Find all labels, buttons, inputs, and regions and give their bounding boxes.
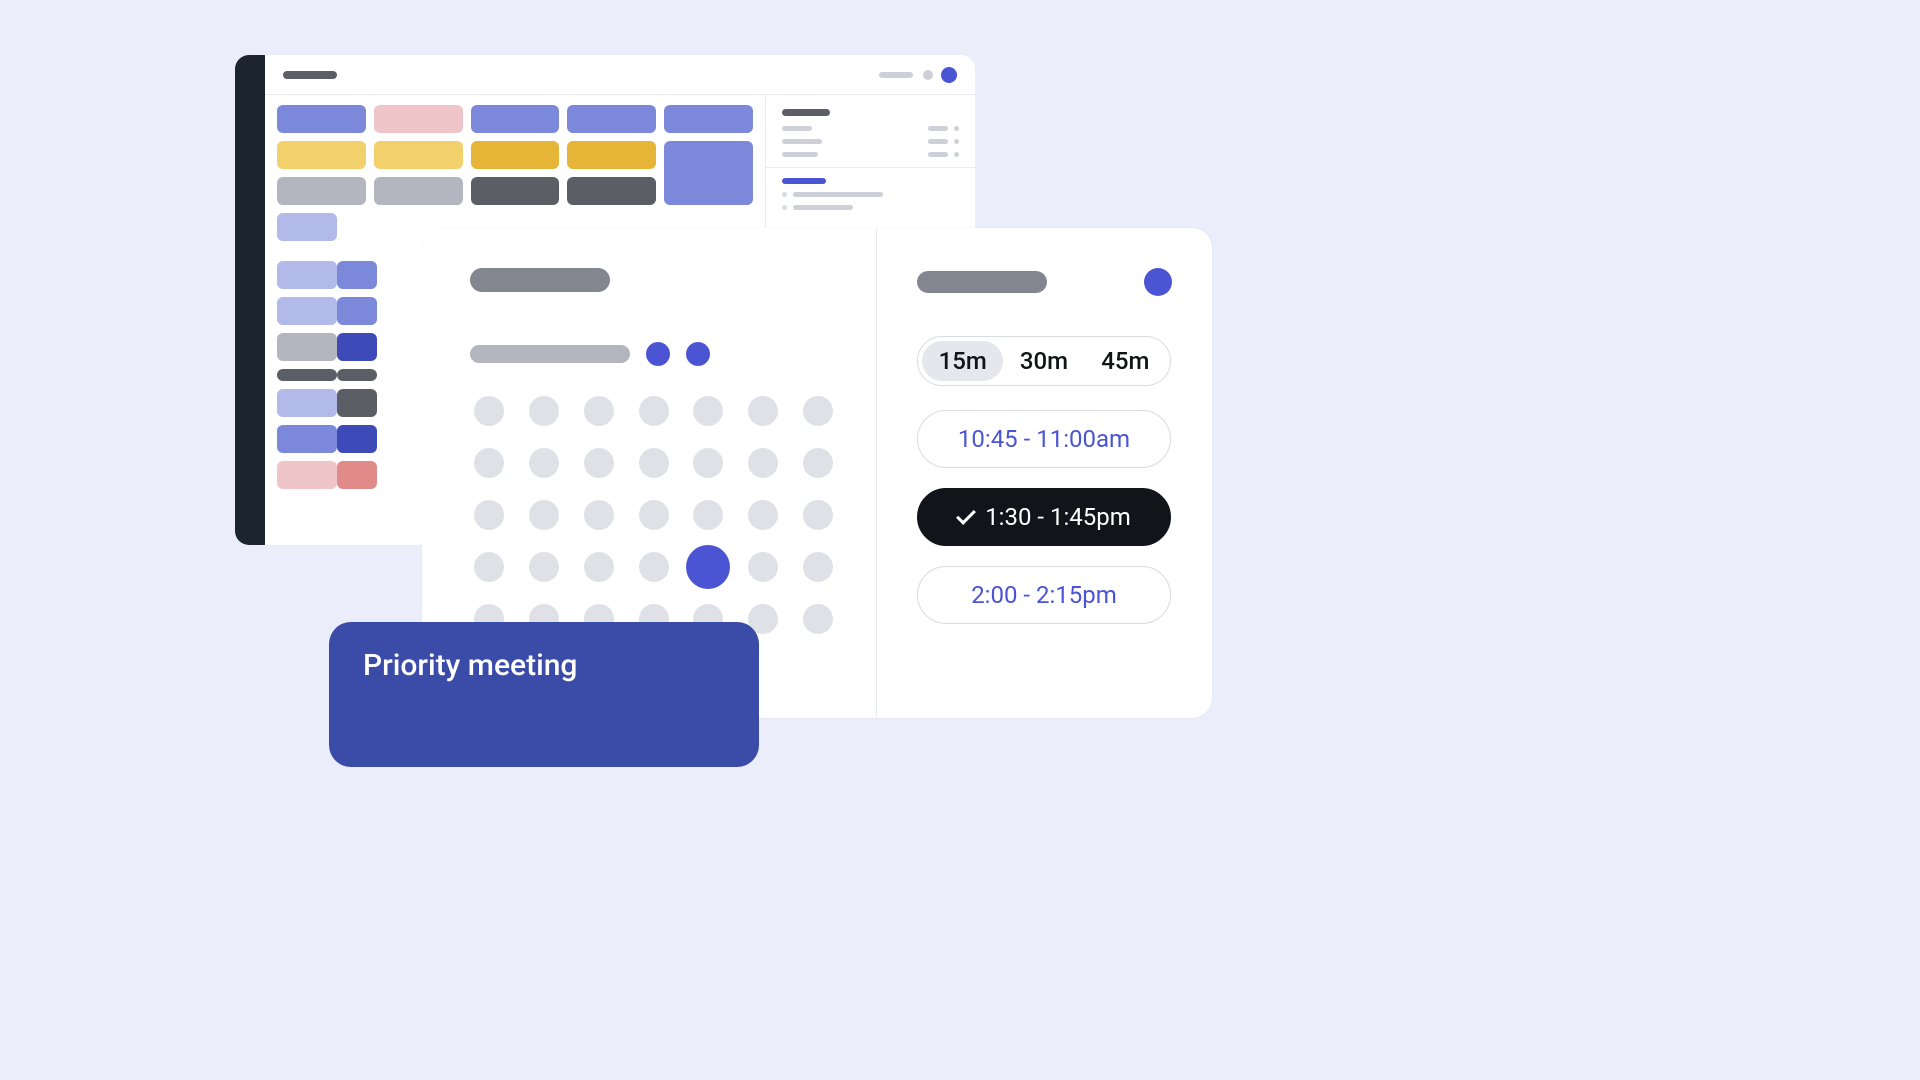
calendar-event[interactable] (374, 141, 463, 169)
calendar-event[interactable] (374, 177, 463, 205)
topbar-status-dot (923, 70, 933, 80)
duration-tabs: 15m30m45m (917, 336, 1171, 386)
app-sidebar-rail (235, 55, 265, 545)
topbar-avatar[interactable] (941, 67, 957, 83)
calendar-day[interactable] (693, 396, 723, 426)
priority-meeting-card[interactable]: Priority meeting (329, 622, 759, 767)
calendar-day[interactable] (639, 448, 669, 478)
calendar-event[interactable] (567, 141, 656, 169)
side-panel-heading (782, 109, 830, 116)
calendar-event[interactable] (337, 425, 377, 453)
calendar-day[interactable] (686, 545, 730, 589)
priority-meeting-title: Priority meeting (363, 648, 725, 683)
calendar-event[interactable] (567, 177, 656, 205)
calendar-day[interactable] (639, 552, 669, 582)
calendar-event[interactable] (337, 261, 377, 289)
time-slot[interactable]: 1:30 - 1:45pm (917, 488, 1171, 546)
scheduler-title-placeholder (470, 268, 610, 292)
calendar-day[interactable] (693, 500, 723, 530)
calendar-day[interactable] (748, 396, 778, 426)
calendar-day[interactable] (584, 500, 614, 530)
calendar-day[interactable] (639, 396, 669, 426)
calendar-event[interactable] (277, 369, 337, 381)
calendar-event[interactable] (277, 297, 337, 325)
calendar-day[interactable] (529, 552, 559, 582)
calendar-event[interactable] (277, 333, 337, 361)
calendar-event[interactable] (277, 177, 366, 205)
calendar-event[interactable] (337, 389, 377, 417)
slot-panel-title-placeholder (917, 271, 1047, 293)
calendar-day[interactable] (474, 448, 504, 478)
topbar-text-placeholder (879, 72, 913, 78)
calendar-day[interactable] (639, 500, 669, 530)
calendar-day[interactable] (803, 552, 833, 582)
calendar-day[interactable] (529, 500, 559, 530)
calendar-event[interactable] (337, 369, 377, 381)
calendar-event[interactable] (277, 261, 337, 289)
calendar-day[interactable] (803, 500, 833, 530)
calendar-day[interactable] (529, 396, 559, 426)
duration-tab[interactable]: 45m (1085, 341, 1166, 381)
calendar-event[interactable] (337, 461, 377, 489)
calendar-day[interactable] (748, 500, 778, 530)
calendar-day[interactable] (474, 500, 504, 530)
calendar-day-grid (470, 396, 836, 634)
slot-panel-avatar[interactable] (1144, 268, 1172, 296)
calendar-event[interactable] (277, 105, 366, 133)
calendar-day[interactable] (803, 396, 833, 426)
check-icon (956, 505, 976, 525)
time-slot-label: 1:30 - 1:45pm (985, 503, 1131, 531)
calendar-day[interactable] (748, 552, 778, 582)
calendar-event[interactable] (277, 213, 337, 241)
calendar-day[interactable] (803, 604, 833, 634)
calendar-event[interactable] (277, 389, 337, 417)
calendar-event[interactable] (277, 461, 337, 489)
prev-month-button[interactable] (646, 342, 670, 366)
duration-tab[interactable]: 15m (922, 341, 1003, 381)
app-title-placeholder (283, 71, 337, 79)
calendar-event[interactable] (277, 141, 366, 169)
calendar-day[interactable] (529, 448, 559, 478)
calendar-day[interactable] (803, 448, 833, 478)
next-month-button[interactable] (686, 342, 710, 366)
calendar-day[interactable] (474, 396, 504, 426)
calendar-day[interactable] (748, 448, 778, 478)
calendar-day[interactable] (584, 552, 614, 582)
calendar-event[interactable] (567, 105, 656, 133)
calendar-event[interactable] (471, 141, 560, 169)
calendar-day[interactable] (693, 448, 723, 478)
calendar-event[interactable] (337, 297, 377, 325)
calendar-day[interactable] (584, 448, 614, 478)
calendar-event[interactable] (664, 105, 753, 133)
calendar-event[interactable] (337, 333, 377, 361)
time-slot-label: 2:00 - 2:15pm (971, 581, 1117, 609)
calendar-event[interactable] (277, 425, 337, 453)
calendar-event[interactable] (471, 177, 560, 205)
scheduler-month-placeholder (470, 345, 630, 363)
time-slot[interactable]: 2:00 - 2:15pm (917, 566, 1171, 624)
calendar-event[interactable] (374, 105, 463, 133)
time-slot-label: 10:45 - 11:00am (958, 425, 1130, 453)
calendar-day[interactable] (474, 552, 504, 582)
calendar-day[interactable] (584, 396, 614, 426)
scheduler-slot-panel: 15m30m45m 10:45 - 11:00am 1:30 - 1:45pm 2:… (877, 228, 1212, 718)
time-slot[interactable]: 10:45 - 11:00am (917, 410, 1171, 468)
duration-tab[interactable]: 30m (1003, 341, 1084, 381)
app-topbar (265, 55, 975, 95)
calendar-event[interactable] (471, 105, 560, 133)
